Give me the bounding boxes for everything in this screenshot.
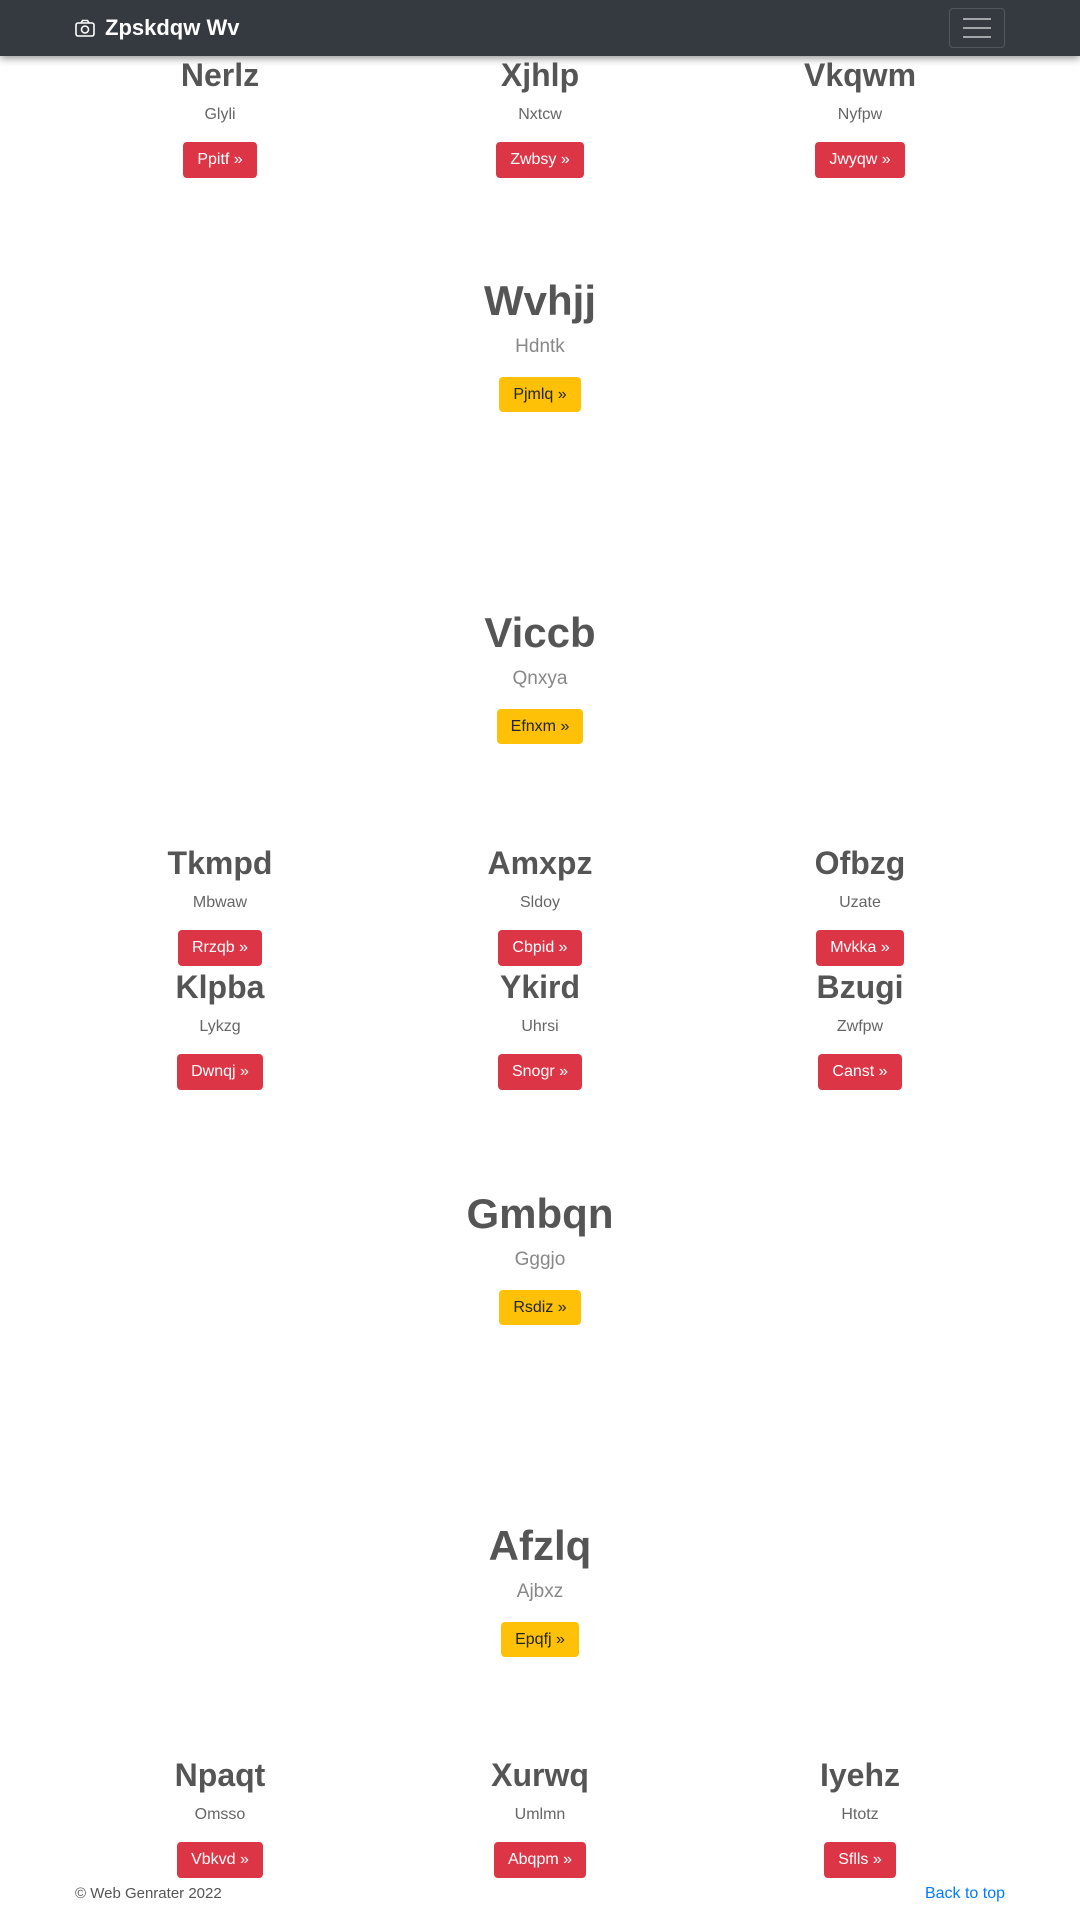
card-button[interactable]: Snogr » (497, 1054, 583, 1090)
card-button[interactable]: Jwyqw » (815, 142, 905, 178)
card-button[interactable]: Zwbsy » (496, 142, 584, 178)
column-card: Ykird Uhrsi Snogr » (380, 969, 700, 1090)
feature-heading: Viccb (484, 609, 596, 656)
card-text: Zwfpw (836, 1018, 884, 1036)
feature-text: Ajbxz (516, 1581, 564, 1603)
card-heading: Klpba (175, 969, 265, 1005)
card-text: Uhrsi (521, 1018, 559, 1036)
card-heading: Npaqt (174, 1757, 266, 1793)
feature-text: Qnxya (512, 668, 568, 690)
column-card: Vkqwm Nyfpw Jwyqw » (700, 57, 1020, 178)
feature-button[interactable]: Rsdiz » (499, 1289, 581, 1326)
feature-button[interactable]: Pjmlq » (499, 376, 581, 413)
card-heading: Amxpz (487, 845, 593, 881)
feature-section: Afzlq Ajbxz Epqfj » (0, 1522, 1080, 1658)
navbar-toggle-button[interactable] (949, 8, 1005, 48)
card-text: Htotz (841, 1806, 879, 1824)
column-card: Amxpz Sldoy Cbpid » (380, 845, 700, 966)
card-button[interactable]: Mvkka » (816, 930, 904, 966)
card-heading: Nerlz (180, 57, 260, 93)
card-heading: Bzugi (816, 969, 904, 1005)
column-card: Bzugi Zwfpw Canst » (700, 969, 1020, 1090)
card-button[interactable]: Canst » (818, 1054, 902, 1090)
camera-icon (75, 19, 95, 37)
navbar: Zpskdqw Wv (0, 0, 1080, 56)
column-card: Xurwq Umlmn Abqpm » (380, 1757, 700, 1878)
card-text: Uzate (839, 894, 881, 912)
card-heading: Ofbzg (814, 845, 906, 881)
hamburger-icon-line (963, 36, 991, 38)
brand-name: Zpskdqw Wv (105, 15, 240, 40)
card-heading: Tkmpd (167, 845, 273, 881)
card-button[interactable]: Sflls » (824, 1842, 896, 1878)
card-button[interactable]: Ppitf » (183, 142, 257, 178)
card-text: Lykzg (199, 1018, 241, 1036)
feature-text: Gggjo (514, 1249, 566, 1271)
card-heading: Xurwq (491, 1757, 589, 1793)
hamburger-icon-line (963, 27, 991, 29)
footer-copyright: © Web Genrater 2022 (75, 1885, 222, 1902)
feature-heading: Afzlq (488, 1522, 592, 1569)
navbar-brand[interactable]: Zpskdqw Wv (75, 0, 239, 56)
card-button[interactable]: Abqpm » (493, 1842, 587, 1878)
card-text: Sldoy (519, 894, 561, 912)
card-button[interactable]: Cbpid » (498, 930, 582, 966)
feature-section: Viccb Qnxya Efnxm » (0, 609, 1080, 745)
column-card: Xjhlp Nxtcw Zwbsy » (380, 57, 700, 178)
feature-section: Gmbqn Gggjo Rsdiz » (0, 1190, 1080, 1326)
card-text: Mbwaw (192, 894, 248, 912)
card-heading: Vkqwm (803, 57, 917, 93)
feature-section: Wvhjj Hdntk Pjmlq » (0, 277, 1080, 413)
card-text: Omsso (194, 1806, 246, 1824)
column-card: Ofbzg Uzate Mvkka » (700, 845, 1020, 966)
card-button[interactable]: Vbkvd » (177, 1842, 263, 1878)
card-button[interactable]: Dwnqj » (177, 1054, 263, 1090)
column-card: Iyehz Htotz Sflls » (700, 1757, 1020, 1878)
card-text: Nyfpw (837, 106, 883, 124)
column-card: Tkmpd Mbwaw Rrzqb » (60, 845, 380, 966)
card-text: Nxtcw (518, 106, 562, 124)
column-card: Npaqt Omsso Vbkvd » (60, 1757, 380, 1878)
card-heading: Ykird (499, 969, 581, 1005)
card-heading: Xjhlp (500, 57, 580, 93)
feature-heading: Gmbqn (466, 1190, 614, 1237)
card-text: Umlmn (514, 1806, 566, 1824)
feature-button[interactable]: Epqfj » (501, 1621, 579, 1658)
back-to-top-link[interactable]: Back to top (925, 1885, 1005, 1903)
feature-text: Hdntk (515, 336, 565, 358)
column-card: Klpba Lykzg Dwnqj » (60, 969, 380, 1090)
feature-button[interactable]: Efnxm » (496, 708, 584, 745)
column-card: Nerlz Glyli Ppitf » (60, 57, 380, 178)
card-button[interactable]: Rrzqb » (177, 930, 263, 966)
feature-heading: Wvhjj (484, 277, 596, 324)
hamburger-icon (963, 18, 991, 20)
card-text: Glyli (204, 106, 236, 124)
card-heading: Iyehz (819, 1757, 901, 1793)
